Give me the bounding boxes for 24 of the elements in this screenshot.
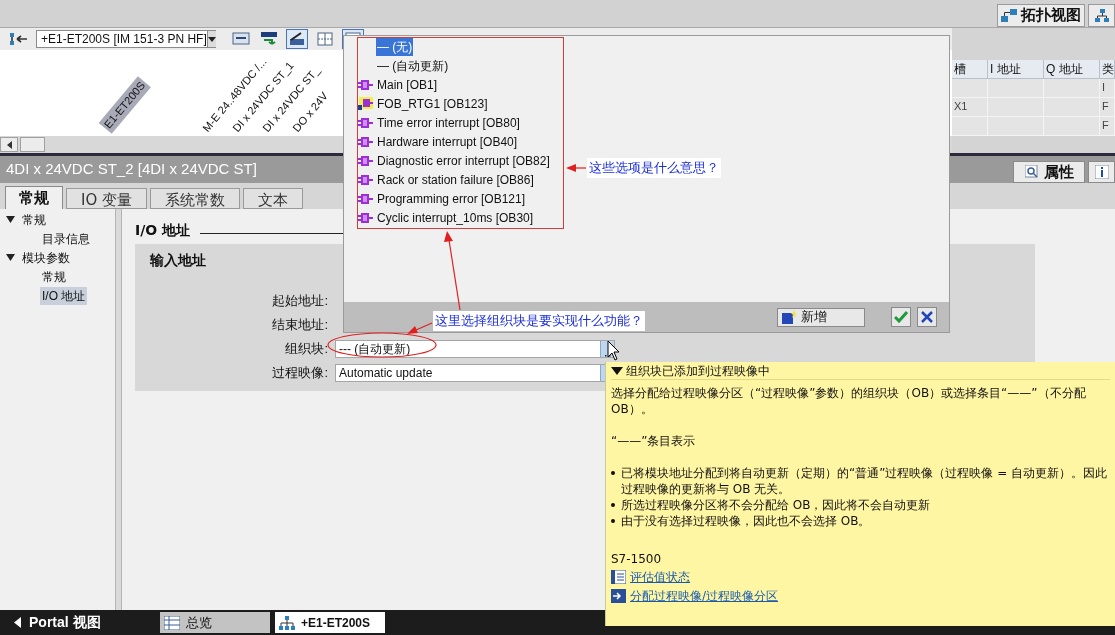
tooltip-text: 选择分配给过程映像分区（“过程映像”参数）的组织块（OB）或选择条目“——”（不分配OB）。 [611,385,1087,417]
inspector-title: 4DI x 24VDC ST_2 [4DI x 24VDC ST] [5,159,257,180]
column-header: 类 [1100,60,1115,78]
group-title: 输入地址 [149,251,207,270]
field-label: 结束地址: [271,316,329,335]
table-cell: F [1100,117,1115,135]
device-family: S7-1500 [611,551,663,567]
tooltip-title: 组织块已添加到过程映像中 [626,362,770,380]
tooltip-text: “——”条目表示 [611,433,697,449]
section-title: I/O 地址 [135,220,191,240]
table-cell: I [1100,79,1115,97]
tooltip-bullet: 所选过程映像分区将不会分配给 OB，因此将不会自动更新 [621,497,931,513]
field-label: 起始地址: [271,292,329,311]
annotation-note: 这些选项是什么意思？ [587,158,721,178]
column-header: 槽 [952,60,988,78]
field-label: 组织块: [284,340,329,359]
annotation-note: 这里选择组织块是要实现什么功能？ [433,311,645,331]
table-cell: X1 [952,98,988,116]
field-label: 过程映像: [271,364,329,383]
column-header: Q 地址 [1044,60,1100,78]
column-header: I 地址 [988,60,1044,78]
tooltip-bullet: 由于没有选择过程映像，因此也不会选择 OB。 [621,513,871,529]
table-cell: F [1100,98,1115,116]
tooltip-bullet: 已将模块地址分配到将自动更新（定期）的“普通”过程映像（过程映像 = 自动更新）。因此过程映像的更新将与 OB 无关。 [621,465,1109,497]
